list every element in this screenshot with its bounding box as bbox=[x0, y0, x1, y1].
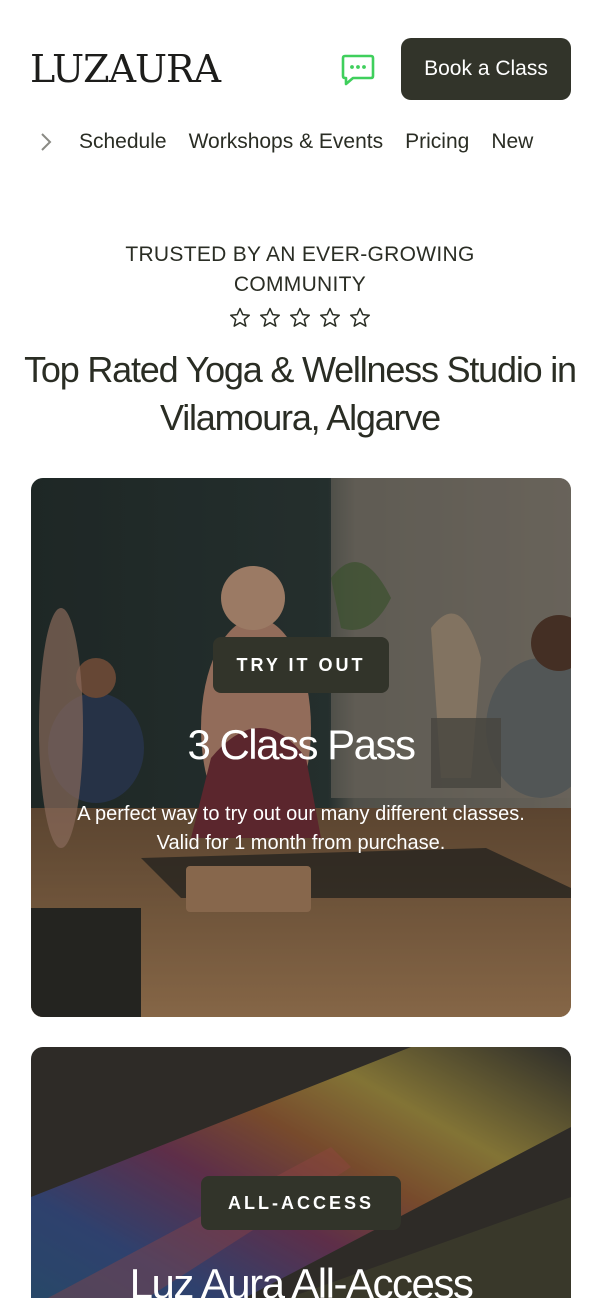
nav-items: Schedule Workshops & Events Pricing New bbox=[79, 120, 533, 164]
card-badge[interactable]: TRY IT OUT bbox=[213, 637, 389, 693]
star-outline-icon bbox=[349, 307, 371, 327]
nav-scroll-button[interactable] bbox=[36, 130, 56, 154]
star-outline-icon bbox=[229, 307, 251, 327]
card-description: A perfect way to try out our many differ… bbox=[77, 803, 525, 854]
nav-item-new[interactable]: New bbox=[491, 130, 533, 154]
star-outline-icon bbox=[289, 307, 311, 327]
chat-bubble-icon bbox=[341, 54, 375, 86]
rating-stars bbox=[0, 306, 600, 330]
star-outline-icon bbox=[319, 307, 341, 327]
chevron-right-icon bbox=[41, 133, 52, 151]
page-title: Top Rated Yoga & Wellness Studio in Vila… bbox=[24, 349, 577, 438]
card-badge[interactable]: ALL-ACCESS bbox=[201, 1176, 401, 1230]
nav-item-schedule[interactable]: Schedule bbox=[79, 130, 167, 154]
nav-item-workshops-events[interactable]: Workshops & Events bbox=[189, 130, 384, 154]
trusted-tagline: TRUSTED BY AN EVER-GROWING COMMUNITY bbox=[125, 243, 475, 296]
card-title: Luz Aura All-Access bbox=[129, 1260, 474, 1298]
logo[interactable]: LUZAURA bbox=[30, 48, 221, 90]
nav-item-pricing[interactable]: Pricing bbox=[405, 130, 469, 154]
chat-button[interactable] bbox=[338, 50, 378, 90]
card-title: 3 Class Pass bbox=[187, 721, 416, 768]
all-access-card[interactable]: ALL-ACCESS Luz Aura All-Access bbox=[31, 1047, 571, 1298]
book-class-button[interactable]: Book a Class bbox=[401, 38, 571, 100]
top-nav: Schedule Workshops & Events Pricing New bbox=[0, 120, 600, 164]
class-pass-card[interactable]: TRY IT OUT 3 Class Pass A perfect way to… bbox=[31, 478, 571, 1017]
site-header: LUZAURA Book a Class bbox=[0, 0, 600, 120]
star-outline-icon bbox=[259, 307, 281, 327]
